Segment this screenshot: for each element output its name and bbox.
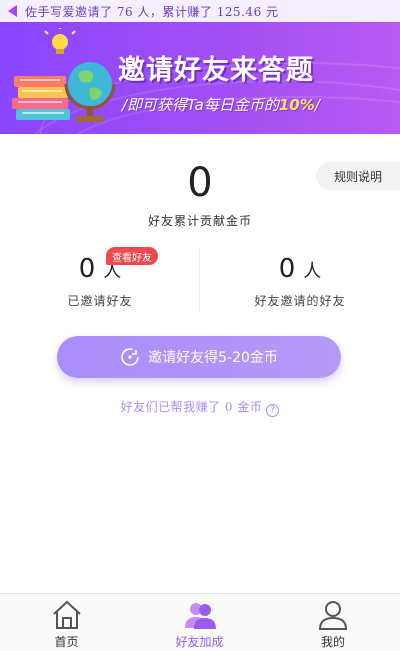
tab-home-label: 首页 [54,635,79,649]
banner-subtitle: /即可获得Ta每日金币的10%/ [122,96,320,114]
rules-button[interactable]: 规则说明 [316,162,400,190]
tab-friends-bonus-label: 好友加成 [175,635,224,649]
total-coins-label: 好友累计贡献金币 [147,214,252,228]
banner-title: 邀请好友来答题 [118,55,314,86]
refresh-arrow-icon [121,348,139,366]
invite-friends-button[interactable]: 邀请好友得5-20金币 [57,336,341,378]
earned-text: 好友们已帮我赚了 0 金币 [120,400,263,414]
tab-mine-label: 我的 [320,635,345,649]
earned-summary: 好友们已帮我赚了 0 金币? [0,398,400,417]
tab-friends-bonus[interactable]: 好友加成 [133,594,266,651]
invited-count: 0 [78,254,96,284]
invite-banner[interactable]: 邀请好友来答题 /即可获得Ta每日金币的10%/ [0,22,400,134]
invite-ticker: 佐手写爱邀请了 76 人，累计赚了 125.46 元 [0,0,400,22]
stats-divider [199,248,200,312]
user-icon [318,601,348,630]
friends-invited-stat[interactable]: 0人 好友邀请的好友 [200,246,400,314]
friends-icon [184,603,216,629]
invited-label: 已邀请好友 [67,294,133,308]
ticker-text: 佐手写爱邀请了 76 人，累计赚了 125.46 元 [25,4,279,19]
tab-mine[interactable]: 我的 [266,594,400,651]
friends-invited-count: 0 [278,254,296,284]
invite-stats: 0人 已邀请好友 0人 好友邀请的好友 [0,246,400,314]
books-globe-illustration-icon [12,28,116,122]
speaker-triangle-icon [8,5,17,17]
home-icon [52,600,81,629]
invite-button-label: 邀请好友得5-20金币 [148,350,278,366]
friends-invited-label: 好友邀请的好友 [254,294,346,308]
friends-invited-unit: 人 [303,261,322,282]
invited-friends-stat[interactable]: 0人 已邀请好友 [0,246,200,314]
bottom-tab-bar: 首页 好友加成 我的 [0,593,400,651]
banner-percent-highlight: 10% [278,96,315,114]
help-icon[interactable]: ? [266,403,280,417]
view-friends-badge[interactable]: 查看好友 [106,247,158,265]
tab-home[interactable]: 首页 [0,594,133,651]
